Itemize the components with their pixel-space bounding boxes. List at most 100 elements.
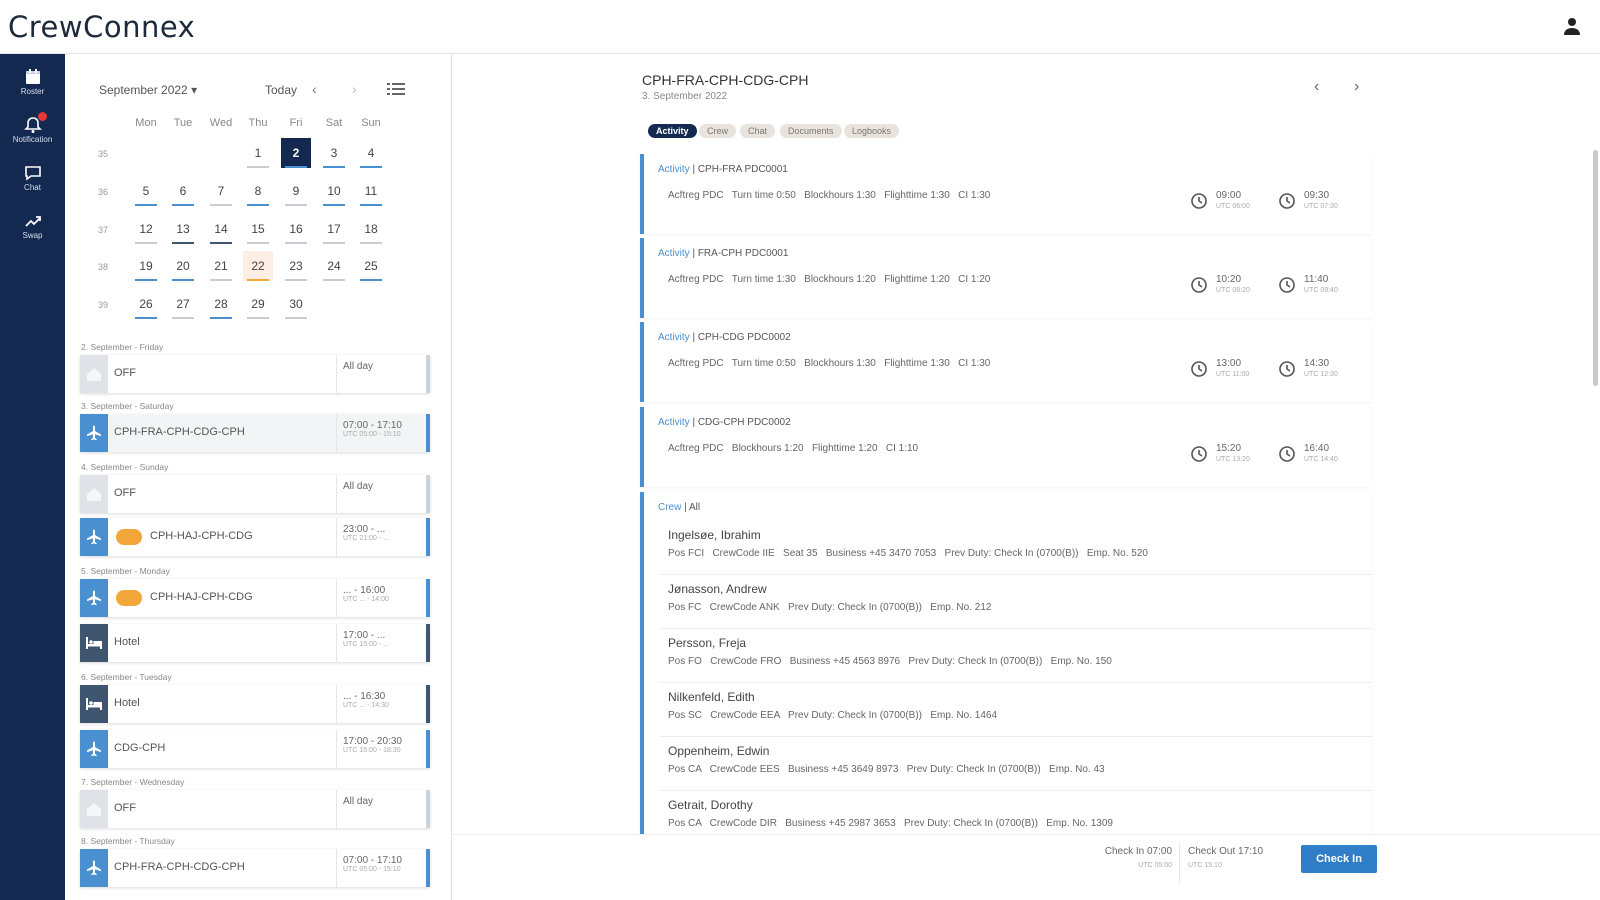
calendar-day[interactable]: 2 — [281, 138, 311, 168]
calendar-day[interactable]: 15 — [243, 214, 273, 244]
tab-chat[interactable]: Chat — [740, 124, 776, 138]
month-selector[interactable]: September 2022 ▾ — [99, 83, 197, 97]
event-item[interactable]: CPH-FRA-CPH-CDG-CPH 07:00 - 17:10 UTC 05:0… — [80, 414, 430, 452]
event-item[interactable]: OFF All day — [80, 355, 430, 393]
calendar-day[interactable]: 23 — [281, 251, 311, 281]
swap-icon — [24, 216, 41, 227]
nav-swap[interactable]: Swap — [0, 206, 65, 252]
calendar-day[interactable]: 6 — [168, 176, 198, 206]
event-item[interactable]: OFF All day — [80, 790, 430, 828]
crew-member[interactable]: Nilkenfeld, Edith Pos SC CrewCode EEA Pre… — [668, 690, 997, 721]
weekday-label: Sun — [361, 117, 381, 129]
calendar-day[interactable]: 3 — [319, 138, 349, 168]
nav-roster[interactable]: Roster — [0, 62, 65, 108]
scrollbar[interactable] — [1593, 150, 1598, 386]
day-activity-marker — [247, 279, 269, 281]
activity-card[interactable]: Activity | CPH-CDG PDC0002 Acftreg PDC Tu… — [640, 322, 1372, 402]
event-title: CPH-HAJ-CPH-CDG — [150, 591, 253, 603]
day-number: 29 — [251, 297, 265, 311]
calendar-day[interactable]: 19 — [131, 251, 161, 281]
check-in-button[interactable]: Check In — [1301, 845, 1377, 873]
day-activity-marker — [172, 279, 194, 281]
user-icon[interactable] — [1560, 14, 1584, 38]
calendar-day[interactable]: 30 — [281, 289, 311, 319]
event-item[interactable]: OFF All day — [80, 475, 430, 513]
event-item[interactable]: CDG-CPH 17:00 - 20:30 UTC 15:00 - 18:30 — [80, 730, 430, 768]
activity-link[interactable]: Activity — [658, 164, 690, 175]
crew-filter[interactable]: All — [689, 502, 700, 513]
crew-member[interactable]: Oppenheim, Edwin Pos CA CrewCode EES Busi… — [668, 744, 1105, 775]
activity-link[interactable]: Activity — [658, 248, 690, 259]
calendar-day[interactable]: 22 — [243, 251, 273, 281]
calendar-day[interactable]: 24 — [319, 251, 349, 281]
calendar-day[interactable]: 16 — [281, 214, 311, 244]
today-button[interactable]: Today — [265, 83, 297, 97]
chevron-right-icon[interactable]: › — [352, 81, 357, 97]
nav-notification[interactable]: Notification — [0, 110, 65, 156]
calendar-day[interactable]: 25 — [356, 251, 386, 281]
calendar-day[interactable]: 18 — [356, 214, 386, 244]
calendar-day[interactable]: 27 — [168, 289, 198, 319]
day-activity-marker — [285, 279, 307, 281]
list-view-icon[interactable] — [387, 82, 405, 96]
chevron-left-icon[interactable]: ‹ — [312, 81, 317, 97]
event-utc-time: UTC ... - 14:00 — [343, 596, 389, 603]
calendar-day[interactable]: 7 — [206, 176, 236, 206]
event-item[interactable]: CPH-FRA-CPH-CDG-CPH 07:00 - 17:10 UTC 05:0… — [80, 849, 430, 887]
calendar-day[interactable]: 29 — [243, 289, 273, 319]
tab-crew[interactable]: Crew — [699, 124, 737, 138]
crew-member[interactable]: Getrait, Dorothy Pos CA CrewCode DIR Busi… — [668, 798, 1113, 829]
activity-card[interactable]: Activity | CDG-CPH PDC0002 Acftreg PDC Bl… — [640, 407, 1372, 487]
calendar-day[interactable]: 9 — [281, 176, 311, 206]
duty-badge-icon — [116, 529, 142, 545]
day-number: 5 — [142, 184, 150, 198]
event-title: CPH-HAJ-CPH-CDG — [150, 530, 253, 542]
day-activity-marker — [172, 204, 194, 206]
calendar-day[interactable]: 1 — [243, 138, 273, 168]
event-utc-time: UTC 05:00 - 15:10 — [343, 866, 401, 873]
calendar-day[interactable]: 12 — [131, 214, 161, 244]
calendar-day[interactable]: 21 — [206, 251, 236, 281]
activity-card[interactable]: Activity | CPH-FRA PDC0001 Acftreg PDC Tu… — [640, 154, 1372, 234]
event-item[interactable]: CPH-HAJ-CPH-CDG 23:00 - ... UTC 21:00 - ..… — [80, 518, 430, 556]
next-day-icon[interactable]: › — [1354, 78, 1359, 96]
tab-logbooks[interactable]: Logbooks — [844, 124, 900, 138]
crew-link[interactable]: Crew — [658, 502, 681, 513]
calendar-day[interactable]: 4 — [356, 138, 386, 168]
event-item[interactable]: CPH-HAJ-CPH-CDG ... - 16:00 UTC ... - 14:0… — [80, 579, 430, 617]
calendar-day[interactable]: 28 — [206, 289, 236, 319]
crew-member[interactable]: Ingelsøe, Ibrahim Pos FCI CrewCode IIE Se… — [668, 528, 1148, 559]
activity-link[interactable]: Activity — [658, 417, 690, 428]
nav-chat[interactable]: Chat — [0, 158, 65, 204]
home-icon — [80, 475, 108, 513]
prev-day-icon[interactable]: ‹ — [1314, 78, 1319, 96]
day-activity-marker — [323, 166, 345, 168]
event-local-time: All day — [343, 481, 374, 492]
airplane-icon — [80, 518, 108, 556]
crew-member[interactable]: Persson, Freja Pos FO CrewCode FRO Busine… — [668, 636, 1112, 667]
calendar-day[interactable]: 17 — [319, 214, 349, 244]
event-utc-time: UTC 15:00 - ... — [343, 641, 389, 648]
crew-member[interactable]: Jønasson, Andrew Pos FC CrewCode ANK Prev… — [668, 582, 991, 613]
event-item[interactable]: Hotel 17:00 - ... UTC 15:00 - ... — [80, 624, 430, 662]
calendar-day[interactable]: 13 — [168, 214, 198, 244]
calendar-day[interactable]: 8 — [243, 176, 273, 206]
calendar-day[interactable]: 20 — [168, 251, 198, 281]
activity-link[interactable]: Activity — [658, 332, 690, 343]
event-item[interactable]: Hotel ... - 16:30 UTC ... - 14:30 — [80, 685, 430, 723]
arrival-clock-icon — [1278, 360, 1296, 378]
hotel-bed-icon — [80, 624, 108, 662]
crew-details: Pos SC CrewCode EEA Prev Duty: Check In … — [668, 710, 998, 721]
calendar-day[interactable]: 10 — [319, 176, 349, 206]
calendar-day[interactable]: 11 — [356, 176, 386, 206]
crew-name: Oppenheim, Edwin — [668, 744, 770, 758]
calendar-day[interactable]: 5 — [131, 176, 161, 206]
activity-card[interactable]: Activity | FRA-CPH PDC0001 Acftreg PDC Tu… — [640, 238, 1372, 318]
tab-documents[interactable]: Documents — [780, 124, 842, 138]
arrival-time: 09:30 — [1304, 190, 1330, 201]
day-activity-marker — [172, 317, 194, 319]
calendar-day[interactable]: 26 — [131, 289, 161, 319]
calendar-day[interactable]: 14 — [206, 214, 236, 244]
tab-activity[interactable]: Activity — [648, 124, 697, 138]
day-activity-marker — [285, 242, 307, 244]
